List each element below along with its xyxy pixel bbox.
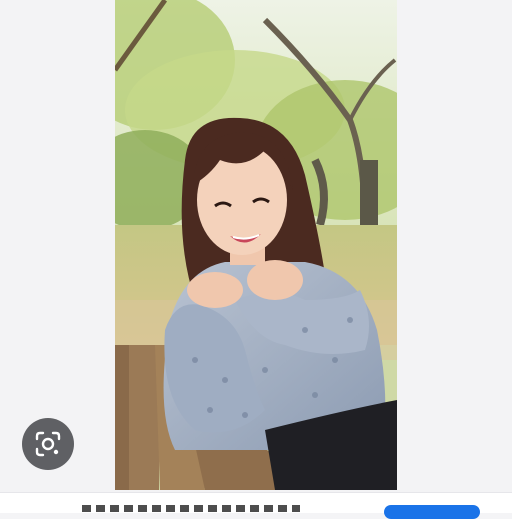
lens-search-icon (35, 431, 61, 457)
result-caption[interactable] (82, 505, 300, 512)
image-viewer (0, 0, 512, 492)
photo-illustration (115, 0, 397, 490)
visit-button[interactable] (384, 505, 480, 519)
lens-search-button[interactable] (22, 418, 74, 470)
photo[interactable] (115, 0, 397, 490)
